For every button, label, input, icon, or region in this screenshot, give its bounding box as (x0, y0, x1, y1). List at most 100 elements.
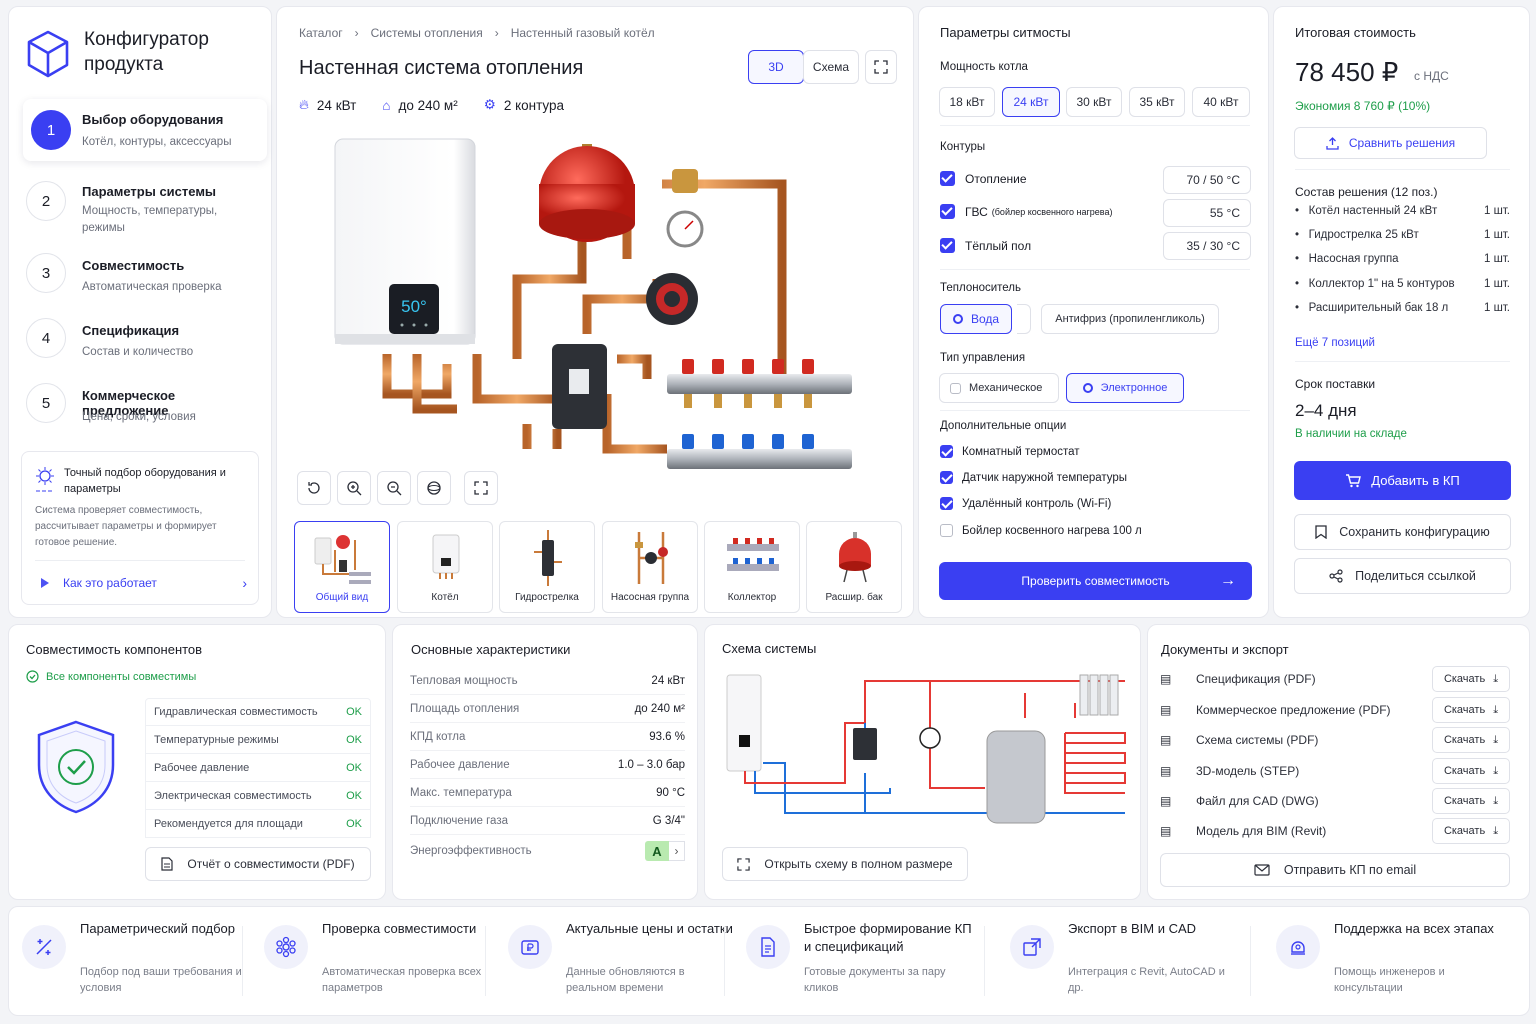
save-config-button[interactable]: Сохранить конфигурацию (1294, 514, 1511, 550)
step-1-title: Выбор оборудования (82, 112, 224, 127)
orbit-button[interactable] (417, 471, 451, 505)
circuit-floor-temp[interactable]: 35 / 30 °C (1163, 232, 1251, 260)
radio-selected-icon (1082, 383, 1093, 393)
circuit-dhw[interactable]: ГВС (бойлер косвенного нагрева) (940, 204, 1112, 219)
add-to-offer-button[interactable]: Добавить в КП (1294, 461, 1511, 500)
coolant-antifreeze[interactable]: Антифриз (пропиленгликоль) (1041, 304, 1219, 334)
step-2[interactable]: 2 Параметры системы Мощность, температур… (23, 171, 267, 234)
feature-subtitle: Данные обновляются в реальном времени (566, 966, 685, 994)
more-items-link[interactable]: Ещё 7 позиций (1295, 337, 1375, 349)
control-electronic[interactable]: Электронное (1066, 373, 1184, 403)
step-4-number: 4 (26, 318, 66, 358)
document-icon: ▤ (1160, 703, 1172, 717)
checkbox-empty-icon[interactable] (940, 524, 953, 537)
check-compat-label: Проверить совместимость (1021, 574, 1170, 588)
option-wifi-label: Удалённый контроль (Wi-Fi) (962, 497, 1112, 510)
open-scheme-label: Открыть схему в полном размере (764, 857, 953, 871)
boiler-display: 50° (401, 297, 427, 316)
document-icon: ▤ (1160, 824, 1172, 838)
flame-icon: 🔥︎ (299, 97, 309, 112)
option-thermostat[interactable]: Комнатный термостат (940, 445, 1080, 458)
checkbox-checked-icon[interactable] (940, 445, 953, 458)
download-step-button[interactable]: Скачать ⤓ (1432, 758, 1510, 784)
feature-bim-export: Экспорт в BIM и CAD Интеграция с Revit, … (1010, 920, 1240, 1010)
feature-subtitle: Автоматическая проверка всех параметров (322, 966, 482, 994)
option-outdoor-sensor-label: Датчик наружной температуры (962, 471, 1128, 484)
thumb-overview[interactable]: Общий вид (294, 521, 390, 613)
document-icon (746, 925, 790, 969)
compat-report-button[interactable]: Отчёт о совместимости (PDF) (145, 847, 371, 881)
option-outdoor-sensor[interactable]: Датчик наружной температуры (940, 471, 1127, 484)
zoom-in-button[interactable] (337, 471, 371, 505)
save-config-label: Сохранить конфигурацию (1339, 525, 1490, 539)
download-offer-button[interactable]: Скачать ⤓ (1432, 697, 1510, 723)
compare-button[interactable]: Сравнить решения (1294, 127, 1487, 159)
circuit-heating[interactable]: Отопление (940, 171, 1027, 186)
circuit-floor[interactable]: Тёплый пол (940, 238, 1031, 253)
scheme-panel: Схема системы Открыть схему в полном раз… (704, 624, 1141, 900)
thumb-pump-group[interactable]: Насосная группа (602, 521, 698, 613)
control-electronic-label: Электронное (1100, 382, 1168, 394)
fit-view-button[interactable] (464, 471, 498, 505)
rotate-icon (308, 482, 320, 494)
step-1[interactable]: 1 Выбор оборудования Котёл, контуры, акс… (23, 99, 267, 161)
system-scheme-diagram[interactable] (725, 663, 1135, 833)
view-scheme-button[interactable]: Схема (803, 50, 859, 84)
step-5[interactable]: 5 Коммерческое предложение Цена, сроки, … (23, 377, 267, 439)
thumb-manifold[interactable]: Коллектор (704, 521, 800, 613)
power-option-18[interactable]: 18 кВт (939, 87, 995, 117)
coolant-water[interactable]: Вода (940, 304, 1012, 334)
saving: Экономия 8 760 ₽ (10%) (1295, 99, 1431, 113)
view-3d-button[interactable]: 3D (748, 50, 804, 84)
share-link-button[interactable]: Поделиться ссылкой (1294, 558, 1511, 594)
step-3[interactable]: 3 Совместимость Автоматическая проверка (23, 247, 267, 309)
document-icon: ▤ (1160, 794, 1172, 808)
item-0: • Котёл настенный 24 кВт 1 шт. (1295, 205, 1510, 217)
download-spec-button[interactable]: Скачать ⤓ (1432, 666, 1510, 692)
rotate-button[interactable] (297, 471, 331, 505)
option-boiler-100[interactable]: Бойлер косвенного нагрева 100 л (940, 524, 1142, 537)
checkbox-checked-icon[interactable] (940, 171, 955, 186)
zoom-out-button[interactable] (377, 471, 411, 505)
power-option-35[interactable]: 35 кВт (1129, 87, 1185, 117)
power-option-40[interactable]: 40 кВт (1192, 87, 1250, 117)
power-option-30[interactable]: 30 кВт (1066, 87, 1122, 117)
share-icon (1329, 569, 1343, 583)
power-option-24[interactable]: 24 кВт (1002, 87, 1060, 117)
chevron-right-icon[interactable]: › (669, 841, 685, 861)
step-4[interactable]: 4 Спецификация Состав и количество (23, 312, 267, 374)
specs-title: Основные характеристики (411, 642, 571, 657)
breadcrumb-boiler[interactable]: Настенный газовый котёл (511, 26, 655, 40)
mail-icon (1254, 864, 1270, 876)
breadcrumb-catalog[interactable]: Каталог (299, 26, 343, 40)
email-offer-button[interactable]: Отправить КП по email (1160, 853, 1510, 887)
thumb-boiler-image (432, 534, 460, 579)
compat-row-hydraulic: Гидравлическая совместимость OK (145, 698, 371, 726)
checkbox-checked-icon[interactable] (940, 238, 955, 253)
checkbox-checked-icon[interactable] (940, 204, 955, 219)
delivery-label: Срок поставки (1295, 377, 1376, 391)
download-dwg-button[interactable]: Скачать ⤓ (1432, 788, 1510, 814)
checkbox-checked-icon[interactable] (940, 497, 953, 510)
open-scheme-button[interactable]: Открыть схему в полном размере (722, 847, 968, 881)
download-revit-button[interactable]: Скачать ⤓ (1432, 818, 1510, 844)
control-mechanical[interactable]: Механическое (939, 373, 1059, 403)
thumb-separator[interactable]: Гидрострелка (499, 521, 595, 613)
spec-row-power: Тепловая мощность 24 кВт (410, 667, 685, 695)
option-wifi[interactable]: Удалённый контроль (Wi-Fi) (940, 497, 1111, 510)
circuit-dhw-temp[interactable]: 55 °C (1163, 199, 1251, 227)
download-scheme-button[interactable]: Скачать ⤓ (1432, 727, 1510, 753)
play-icon (41, 578, 49, 588)
how-it-works-link[interactable]: Как это работает › (35, 570, 247, 596)
breadcrumb-heating[interactable]: Системы отопления (371, 26, 483, 40)
feature-fast-offer: Быстрое формирование КП и спецификаций Г… (746, 920, 976, 1010)
fullscreen-button[interactable] (865, 50, 897, 84)
expand-icon (737, 857, 751, 871)
thumb-boiler[interactable]: Котёл (397, 521, 493, 613)
checkbox-checked-icon[interactable] (940, 471, 953, 484)
thumb-tank[interactable]: Расшир. бак (806, 521, 902, 613)
check-compat-button[interactable]: Проверить совместимость → (939, 562, 1252, 600)
product-3d-view[interactable]: 50° (327, 129, 887, 469)
circuit-heating-temp[interactable]: 70 / 50 °C (1163, 166, 1251, 194)
add-to-offer-label: Добавить в КП (1371, 473, 1460, 488)
